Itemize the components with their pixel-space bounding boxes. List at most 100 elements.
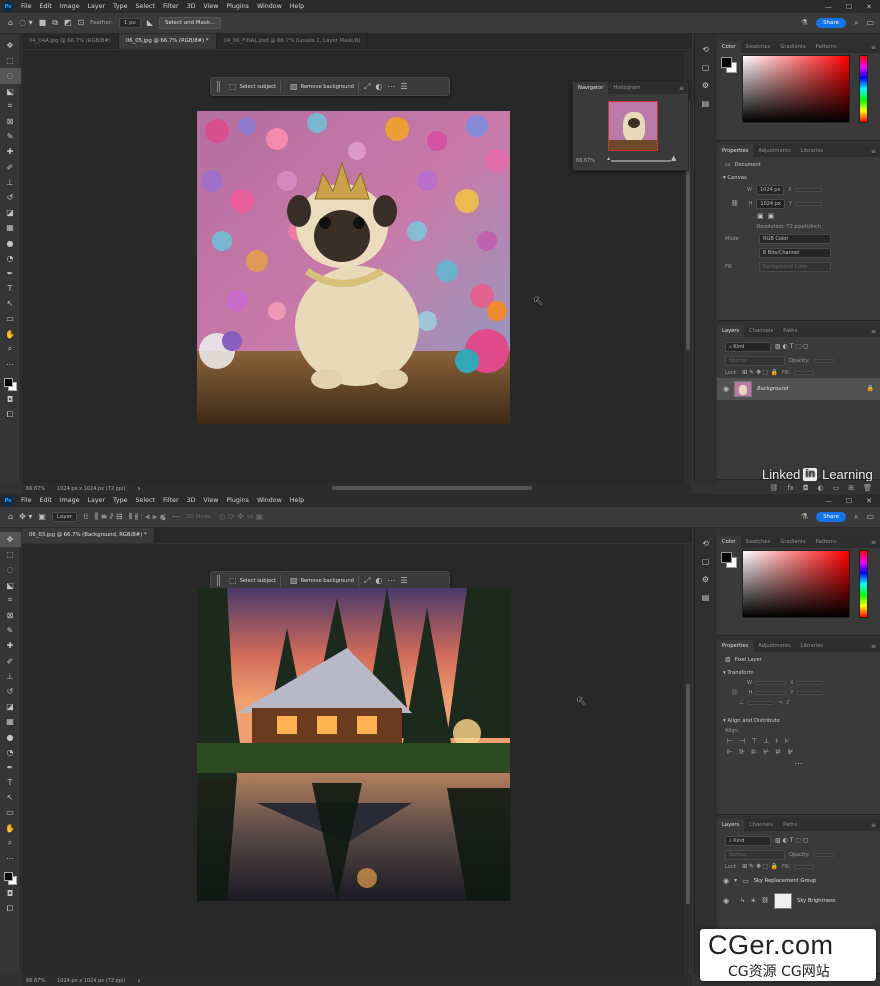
tab-paths[interactable]: Paths bbox=[778, 819, 802, 831]
marquee-tool-icon[interactable]: ⬚ bbox=[0, 53, 21, 68]
menu-window[interactable]: Window bbox=[253, 497, 286, 504]
auto-select-icon[interactable]: ▣ bbox=[38, 513, 46, 521]
frame-tool-icon[interactable]: ⊠ bbox=[0, 114, 21, 129]
hue-slider[interactable] bbox=[859, 55, 868, 123]
lock-icon[interactable]: 🔒 bbox=[867, 386, 874, 392]
move-tool-icon[interactable]: ✥ ▾ bbox=[19, 513, 32, 521]
taskbar-grip[interactable] bbox=[217, 81, 220, 92]
healing-brush-icon[interactable]: ✚ bbox=[0, 144, 21, 159]
3d-mode-icons[interactable]: ◎ ⟳ ✥ ⇔ ▣ bbox=[218, 513, 263, 521]
transform-width-input[interactable] bbox=[755, 681, 786, 685]
select-subject-button[interactable]: ⬚ Select subject bbox=[225, 574, 282, 587]
select-subject-button[interactable]: ⬚ Select subject bbox=[225, 80, 282, 93]
history-icon[interactable]: ⟲ bbox=[699, 42, 713, 56]
transform-icon[interactable]: ⤢ bbox=[364, 576, 370, 585]
foreground-color[interactable] bbox=[4, 378, 13, 388]
transform-controls-icon[interactable]: ⁞⁞ bbox=[83, 513, 88, 521]
more-align-icon[interactable]: ⋯ bbox=[795, 760, 803, 768]
hand-tool-icon[interactable]: ✋ bbox=[0, 327, 21, 342]
canvas-y-input[interactable] bbox=[795, 202, 822, 206]
blur-tool-icon[interactable]: ● bbox=[0, 729, 21, 744]
adjustment-icon[interactable]: ◐ bbox=[375, 82, 382, 91]
tab-layers[interactable]: Layers bbox=[717, 819, 745, 831]
path-select-icon[interactable]: ↖ bbox=[0, 790, 21, 805]
tab-adjustments[interactable]: Adjustments bbox=[753, 145, 796, 157]
menu-image[interactable]: Image bbox=[56, 497, 84, 504]
layer-kind-filter[interactable]: ⌕ Kind bbox=[725, 836, 771, 846]
hue-slider[interactable] bbox=[859, 550, 868, 618]
object-select-icon[interactable]: ⬕ bbox=[0, 578, 21, 593]
menu-type[interactable]: Type bbox=[109, 497, 131, 504]
menu-type[interactable]: Type bbox=[109, 3, 131, 10]
flip-icons[interactable]: ⇋ ⇵ bbox=[778, 700, 790, 706]
menu-edit[interactable]: Edit bbox=[36, 3, 56, 10]
panel-menu-icon[interactable]: ≡ bbox=[871, 44, 880, 51]
eye-icon[interactable]: ◉ bbox=[723, 897, 729, 905]
quick-mask-icon[interactable]: ◘ bbox=[0, 392, 21, 407]
move-tool-icon[interactable]: ✥ bbox=[0, 38, 21, 53]
tab-color[interactable]: Color bbox=[717, 536, 741, 548]
more-options-icon[interactable]: ⋯ bbox=[172, 513, 180, 521]
comments-icon[interactable]: ▢ bbox=[699, 554, 713, 568]
foreground-color[interactable] bbox=[721, 57, 732, 68]
shape-tool-icon[interactable]: ▭ bbox=[0, 311, 21, 326]
dodge-tool-icon[interactable]: ◔ bbox=[0, 745, 21, 760]
intersect-selection-icon[interactable]: ⊡ bbox=[77, 19, 84, 27]
add-selection-icon[interactable]: ⧉ bbox=[52, 19, 58, 27]
eyedropper-icon[interactable]: ✎ bbox=[0, 129, 21, 144]
libraries-icon[interactable]: ▤ bbox=[699, 590, 713, 604]
layer-row[interactable]: ◉ Background 🔒 bbox=[717, 378, 880, 400]
frame-tool-icon[interactable]: ⊠ bbox=[0, 608, 21, 623]
fill-input[interactable] bbox=[794, 371, 815, 375]
link-icon[interactable]: ⛓ bbox=[761, 898, 769, 904]
panel-menu-icon[interactable]: ≡ bbox=[871, 822, 880, 829]
foreground-color[interactable] bbox=[721, 552, 732, 563]
tab-patterns[interactable]: Patterns bbox=[811, 41, 842, 53]
menu-file[interactable]: File bbox=[17, 3, 36, 10]
marquee-tool-icon[interactable]: ⬚ bbox=[0, 547, 21, 562]
share-button[interactable]: Share bbox=[816, 18, 846, 28]
tab-swatches[interactable]: Swatches bbox=[741, 536, 776, 548]
tab-histogram[interactable]: Histogram bbox=[608, 82, 645, 94]
tab-libraries[interactable]: Libraries bbox=[796, 640, 828, 652]
horizontal-scrollbar[interactable] bbox=[332, 486, 532, 490]
tab-properties[interactable]: Properties bbox=[717, 145, 754, 157]
more-tools-icon[interactable]: ⋯ bbox=[0, 851, 21, 866]
delete-icon[interactable]: 🗑 bbox=[863, 484, 872, 492]
panel-menu-icon[interactable]: ≡ bbox=[871, 148, 880, 155]
transform-y-input[interactable] bbox=[797, 691, 824, 695]
transform-height-input[interactable] bbox=[756, 691, 787, 695]
beaker-icon[interactable]: ⚗ bbox=[801, 513, 808, 521]
lock-icons[interactable]: ⊞ ✎ ✥ ⬚ 🔒 bbox=[742, 370, 778, 376]
adjustment-layer-icon[interactable]: ◐ bbox=[818, 484, 824, 492]
mode-select[interactable]: RGB Color bbox=[759, 234, 831, 244]
menu-select[interactable]: Select bbox=[132, 3, 159, 10]
more-options-icon[interactable]: ⋯ bbox=[387, 576, 395, 585]
navigator-zoom-slider[interactable] bbox=[611, 160, 671, 162]
lasso-tool-icon[interactable]: ◌ bbox=[0, 562, 21, 577]
type-tool-icon[interactable]: T bbox=[0, 281, 21, 296]
color-swatches[interactable] bbox=[2, 376, 18, 392]
menu-select[interactable]: Select bbox=[132, 497, 159, 504]
history-brush-icon[interactable]: ↺ bbox=[0, 684, 21, 699]
remove-background-button[interactable]: ▨ Remove background bbox=[286, 574, 359, 587]
properties-icon[interactable]: ⚙ bbox=[699, 572, 713, 586]
tab-layers[interactable]: Layers bbox=[717, 325, 745, 337]
blur-tool-icon[interactable]: ● bbox=[0, 235, 21, 250]
menu-3d[interactable]: 3D bbox=[183, 497, 200, 504]
tab-gradients[interactable]: Gradients bbox=[775, 536, 810, 548]
lasso-tool-icon[interactable]: ◌ ▾ bbox=[19, 19, 33, 27]
transform-icon[interactable]: ⤢ bbox=[364, 82, 370, 91]
auto-select-layer-select[interactable]: Layer bbox=[51, 512, 78, 522]
tab-channels[interactable]: Channels bbox=[744, 819, 778, 831]
landscape-orientation-icon[interactable]: ▣ bbox=[768, 213, 775, 220]
type-tool-icon[interactable]: T bbox=[0, 775, 21, 790]
home-icon[interactable]: ⌂ bbox=[8, 513, 13, 521]
remove-background-button[interactable]: ▨ Remove background bbox=[286, 80, 359, 93]
zoom-in-icon[interactable]: ▲ bbox=[671, 155, 676, 162]
filter-pixel-icon[interactable]: ▨ ◐ T ⬚ ▢ bbox=[775, 344, 809, 350]
color-picker-field[interactable] bbox=[742, 550, 850, 618]
menu-help[interactable]: Help bbox=[286, 497, 308, 504]
adjustment-icon[interactable]: ◐ bbox=[375, 576, 382, 585]
tab-color[interactable]: Color bbox=[717, 41, 741, 53]
